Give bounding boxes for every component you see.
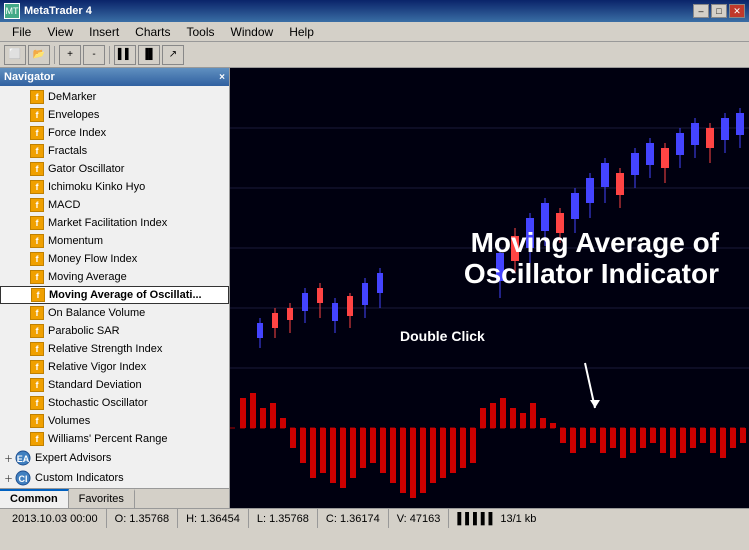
nav-item-williams[interactable]: f Williams' Percent Range: [0, 430, 229, 448]
nav-item-on-balance[interactable]: f On Balance Volume: [0, 304, 229, 322]
chart-bars-icon: ▌▌▌▌▌: [457, 513, 496, 525]
navigator-header: Navigator ×: [0, 68, 229, 86]
nav-item-fractals[interactable]: f Fractals: [0, 142, 229, 160]
expand-icon: ＋: [4, 452, 13, 465]
nav-item-rvi[interactable]: f Relative Vigor Index: [0, 358, 229, 376]
status-bar: 2013.10.03 00:00 O: 1.35768 H: 1.36454 L…: [0, 508, 749, 528]
app-icon: MT: [4, 3, 20, 19]
nav-item-money-flow[interactable]: f Money Flow Index: [0, 250, 229, 268]
title-bar: MT MetaTrader 4 – □ ✕: [0, 0, 749, 22]
indicator-icon: f: [30, 108, 44, 122]
nav-item-market-facilitation[interactable]: f Market Facilitation Index: [0, 214, 229, 232]
menu-insert[interactable]: Insert: [81, 23, 127, 41]
indicator-icon: f: [30, 306, 44, 320]
toolbar-zoom-in[interactable]: +: [59, 45, 81, 65]
menu-view[interactable]: View: [39, 23, 81, 41]
toolbar-open[interactable]: 📂: [28, 45, 50, 65]
nav-item-momentum[interactable]: f Momentum: [0, 232, 229, 250]
nav-item-force-index[interactable]: f Force Index: [0, 124, 229, 142]
status-volume: V: 47163: [389, 509, 450, 528]
nav-item-stochastic[interactable]: f Stochastic Oscillator: [0, 394, 229, 412]
toolbar-bar-chart[interactable]: ▌▌: [114, 45, 136, 65]
nav-item-parabolic-sar[interactable]: f Parabolic SAR: [0, 322, 229, 340]
indicator-icon: f: [30, 90, 44, 104]
indicator-icon: f: [31, 288, 45, 302]
custom-indicators-icon: CI: [15, 470, 31, 486]
nav-item-moving-average-oscillator[interactable]: f Moving Average of Oscillati...: [0, 286, 229, 304]
toolbar-separator-2: [109, 46, 110, 64]
tab-favorites[interactable]: Favorites: [69, 489, 135, 508]
restore-button[interactable]: □: [711, 4, 727, 18]
indicator-icon: f: [30, 216, 44, 230]
svg-text:CI: CI: [19, 474, 28, 484]
toolbar: ⬜ 📂 + - ▌▌ ▐▌ ↗: [0, 42, 749, 68]
status-datetime: 2013.10.03 00:00: [4, 509, 107, 528]
nav-item-rsi[interactable]: f Relative Strength Index: [0, 340, 229, 358]
navigator-close-button[interactable]: ×: [219, 72, 225, 83]
minimize-button[interactable]: –: [693, 4, 709, 18]
nav-group-expert-advisors[interactable]: ＋ EA Expert Advisors: [0, 448, 229, 468]
main-layout: Navigator × f DeMarker f Envelopes f For…: [0, 68, 749, 508]
indicator-icon: f: [30, 432, 44, 446]
status-open: O: 1.35768: [107, 509, 178, 528]
chart-info-text: 13/1 kb: [500, 513, 536, 525]
indicator-icon: f: [30, 270, 44, 284]
nav-item-std-dev[interactable]: f Standard Deviation: [0, 376, 229, 394]
menu-bar: File View Insert Charts Tools Window Hel…: [0, 22, 749, 42]
menu-charts[interactable]: Charts: [127, 23, 178, 41]
nav-item-envelopes[interactable]: f Envelopes: [0, 106, 229, 124]
nav-item-macd[interactable]: f MACD: [0, 196, 229, 214]
app-title: MetaTrader 4: [24, 5, 92, 17]
chart-area[interactable]: Double Click Moving Average of Oscillato…: [230, 68, 749, 508]
indicator-icon: f: [30, 378, 44, 392]
toolbar-zoom-out[interactable]: -: [83, 45, 105, 65]
svg-text:EA: EA: [17, 454, 30, 464]
menu-window[interactable]: Window: [223, 23, 282, 41]
indicator-icon: f: [30, 252, 44, 266]
indicator-icon: f: [30, 234, 44, 248]
indicator-icon: f: [30, 162, 44, 176]
title-bar-left: MT MetaTrader 4: [4, 3, 92, 19]
navigator-title: Navigator: [4, 71, 55, 83]
indicator-icon: f: [30, 180, 44, 194]
indicator-icon: f: [30, 360, 44, 374]
nav-item-volumes[interactable]: f Volumes: [0, 412, 229, 430]
toolbar-new[interactable]: ⬜: [4, 45, 26, 65]
expand-icon: ＋: [4, 472, 13, 485]
indicator-icon: f: [30, 414, 44, 428]
nav-item-moving-average[interactable]: f Moving Average: [0, 268, 229, 286]
expert-advisors-icon: EA: [15, 450, 31, 466]
menu-tools[interactable]: Tools: [179, 23, 223, 41]
navigator-tabs: Common Favorites: [0, 488, 229, 508]
nav-item-demarker[interactable]: f DeMarker: [0, 88, 229, 106]
tab-common[interactable]: Common: [0, 489, 69, 508]
indicator-icon: f: [30, 144, 44, 158]
indicator-icon: f: [30, 198, 44, 212]
nav-item-ichimoku[interactable]: f Ichimoku Kinko Hyo: [0, 178, 229, 196]
nav-group-custom-indicators[interactable]: ＋ CI Custom Indicators: [0, 468, 229, 488]
status-high: H: 1.36454: [178, 509, 249, 528]
indicator-icon: f: [30, 342, 44, 356]
nav-item-gator[interactable]: f Gator Oscillator: [0, 160, 229, 178]
indicator-icon: f: [30, 324, 44, 338]
close-button[interactable]: ✕: [729, 4, 745, 18]
toolbar-line-chart[interactable]: ↗: [162, 45, 184, 65]
status-low: L: 1.35768: [249, 509, 318, 528]
candlestick-chart: [230, 68, 749, 508]
toolbar-separator-1: [54, 46, 55, 64]
navigator-content[interactable]: f DeMarker f Envelopes f Force Index f F…: [0, 86, 229, 488]
navigator-panel: Navigator × f DeMarker f Envelopes f For…: [0, 68, 230, 508]
indicator-icon: f: [30, 126, 44, 140]
menu-help[interactable]: Help: [281, 23, 322, 41]
status-close: C: 1.36174: [318, 509, 389, 528]
menu-file[interactable]: File: [4, 23, 39, 41]
status-chart-info: ▌▌▌▌▌ 13/1 kb: [449, 509, 544, 528]
toolbar-candle-chart[interactable]: ▐▌: [138, 45, 160, 65]
indicator-icon: f: [30, 396, 44, 410]
title-bar-controls: – □ ✕: [693, 4, 745, 18]
